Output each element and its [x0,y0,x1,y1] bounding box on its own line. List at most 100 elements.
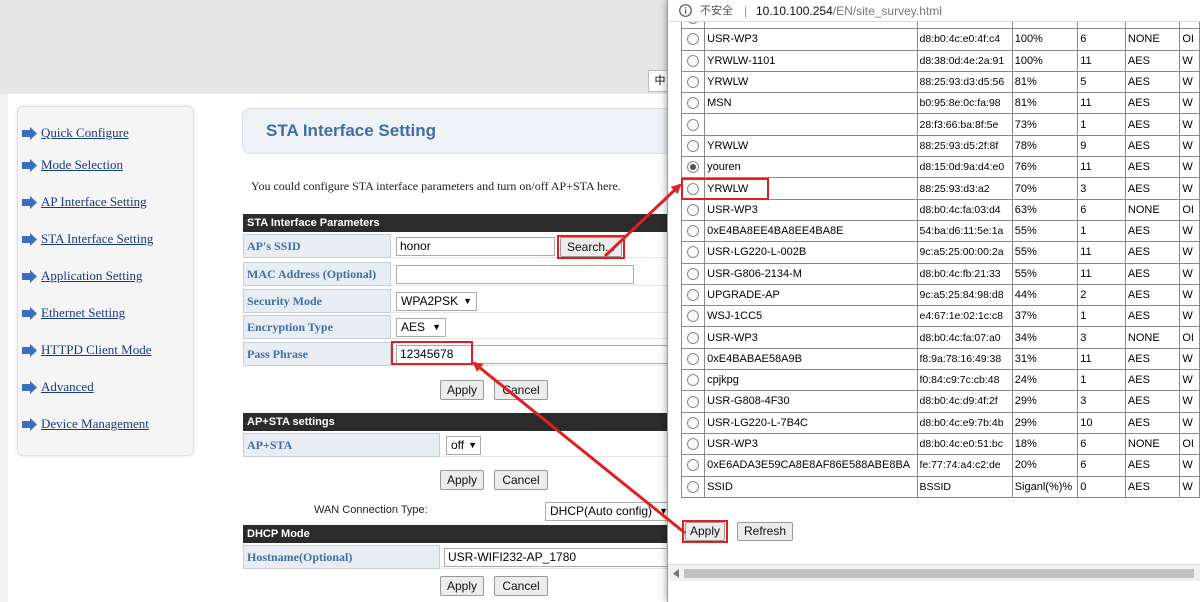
table-row[interactable]: USR-WP3 d8:b0:4c:e0:4f:c4 100% 6 NONE OI [680,28,1200,51]
radio-icon[interactable] [687,438,700,451]
radio-button[interactable] [680,219,706,243]
sidebar-item-application[interactable]: Application Setting [22,267,142,285]
radio-icon[interactable] [687,331,700,344]
radio-button[interactable] [680,198,706,221]
horizontal-scrollbar[interactable] [668,564,1200,581]
radio-icon[interactable] [687,480,700,493]
table-row[interactable]: UPGRADE-AP 9c:a5:25:84:98:d8 44% 2 AES W [680,283,1200,307]
table-row[interactable]: 0xE4BABAE58A9B f8:9a:78:16:49:38 31% 11 AES W [680,347,1200,371]
sidebar-item-sta-interface[interactable]: STA Interface Setting [22,230,153,248]
encryption-cell: AES [1124,411,1181,434]
radio-icon[interactable] [687,289,700,302]
sta-cancel-button[interactable]: Cancel [494,380,548,400]
radio-button[interactable] [680,70,706,94]
table-row[interactable]: USR-WP3 d8:b0:4c:fa:07:a0 34% 3 NONE OI [680,326,1200,349]
scrollbar-thumb[interactable] [684,569,1194,578]
table-row[interactable]: youren d8:15:0d:9a:d4:e0 76% 11 AES W [680,156,1200,179]
table-row[interactable]: WSJ-1CC5 e4:67:1e:02:1c:c8 37% 1 AES W [680,305,1200,328]
radio-icon[interactable] [687,374,700,387]
radio-button[interactable] [680,411,706,434]
table-row[interactable]: SSID BSSID Siganl(%)% 0 AES W [680,475,1200,498]
sta-apply-button[interactable]: Apply [440,380,484,400]
radio-button[interactable] [680,454,706,477]
radio-icon[interactable] [687,225,700,238]
wan-connection-select[interactable]: DHCP(Auto config) ▼ [545,502,675,521]
sidebar-item-mode-selection[interactable]: Mode Selection [22,156,123,174]
radio-button[interactable] [680,262,706,285]
security-mode-select[interactable]: WPA2PSK ▼ [396,292,477,311]
table-row[interactable]: 0xE6ADA3E59CA8E8AF86E588ABE8BA fe:77:74:a… [680,454,1200,477]
ssid-cell: USR-LG220-L-7B4C [704,411,918,434]
radio-icon[interactable] [687,267,700,280]
radio-button[interactable] [680,92,706,115]
radio-icon[interactable] [687,54,700,67]
table-row[interactable]: USR-G808-4F30 d8:b0:4c:d9:4f:2f 29% 3 AES W [680,390,1200,413]
table-row[interactable]: USR-LG220-L-002B 9c:a5:25:00:00:2a 55% 11 AE… [680,241,1200,264]
radio-button[interactable] [680,475,706,498]
table-row[interactable]: YRWLW 88:25:93:d3:d5:56 81% 5 AES W [680,70,1200,94]
radio-icon[interactable] [687,246,700,259]
radio-icon[interactable] [687,310,700,323]
radio-button[interactable] [680,283,706,307]
dhcp-cancel-button[interactable]: Cancel [494,576,548,596]
radio-button[interactable] [680,134,706,158]
hostname-input[interactable]: USR-WIFI232-AP_1780 [444,548,669,567]
scroll-left-icon[interactable] [672,569,680,578]
radio-icon[interactable] [687,416,700,429]
survey-refresh-button[interactable]: Refresh [737,522,793,541]
radio-icon[interactable] [687,352,700,365]
radio-button[interactable] [680,28,706,51]
radio-button[interactable] [680,113,706,136]
radio-icon[interactable] [687,33,700,46]
arrow-right-icon [22,380,37,394]
sidebar-item-quick-configure[interactable]: Quick Configure [22,124,129,142]
sidebar-item-device-management[interactable]: Device Management [22,415,149,433]
sidebar-item-advanced[interactable]: Advanced [22,378,94,396]
radio-icon[interactable] [687,459,700,472]
radio-icon[interactable] [687,203,700,216]
table-row[interactable]: USR-WP3 d8:b0:4c:fa:03:d4 63% 6 NONE OI [680,198,1200,221]
radio-button[interactable] [680,49,706,72]
radio-button[interactable] [680,305,706,328]
encryption-type-select[interactable]: AES ▼ [396,318,446,337]
radio-button[interactable] [680,326,706,349]
apsta-cancel-button[interactable]: Cancel [494,470,548,490]
ssid-cell: 0xE6ADA3E59CA8E8AF86E588ABE8BA [704,454,918,477]
table-row[interactable]: 28:f3:66:ba:8f:5e 73% 1 AES W [680,113,1200,136]
bssid-cell: d8:b0:4c:e0:4f:c4 [916,28,1013,51]
radio-button[interactable] [680,347,706,371]
apsta-apply-button[interactable]: Apply [440,470,484,490]
dhcp-apply-button[interactable]: Apply [440,576,484,596]
table-row[interactable]: YRWLW-1101 d8:38:0d:4e:2a:91 100% 11 AES W [680,49,1200,72]
apsta-select[interactable]: off ▼ [446,436,481,455]
table-row[interactable]: USR-LG220-L-7B4C d8:b0:4c:e9:7b:4b 29% 10 AE… [680,411,1200,434]
mac-address-input[interactable] [396,265,634,284]
table-row[interactable]: MSN b0:95:8e:0c:fa:98 81% 11 AES W [680,92,1200,115]
table-row[interactable]: cpjkpg f0:84:c9:7c:cb:48 24% 1 AES W [680,369,1200,392]
url-text[interactable]: 10.10.100.254/EN/site_survey.html [756,0,942,22]
table-row[interactable]: USR-G806-2134-M d8:b0:4c:fb:21:33 55% 11 AES… [680,262,1200,285]
ssid-cell: SSID [704,475,918,498]
arrow-right-icon [22,417,37,431]
table-row[interactable]: USR-WP3 d8:b0:4c:e0:51:bc 18% 6 NONE OI [680,432,1200,456]
ssid-input[interactable]: honor [396,237,555,256]
radio-button[interactable] [680,432,706,456]
radio-icon[interactable] [687,139,700,152]
radio-icon[interactable] [687,76,700,89]
radio-button[interactable] [680,156,706,179]
table-row[interactable]: YRWLW 88:25:93:d5:2f:8f 78% 9 AES W [680,134,1200,158]
auth-cell: W [1179,454,1200,477]
radio-button[interactable] [680,369,706,392]
radio-button[interactable] [680,390,706,413]
radio-icon[interactable] [687,161,700,174]
radio-icon[interactable] [687,118,700,131]
sidebar-item-httpd-client[interactable]: HTTPD Client Mode [22,341,152,359]
radio-button[interactable] [680,241,706,264]
radio-icon[interactable] [687,97,700,110]
sidebar-item-ethernet[interactable]: Ethernet Setting [22,304,125,322]
radio-icon[interactable] [687,395,700,408]
info-icon[interactable] [679,4,692,17]
address-bar[interactable]: 不安全 | 10.10.100.254/EN/site_survey.html [668,0,1200,22]
sidebar-item-ap-interface[interactable]: AP Interface Setting [22,193,147,211]
table-row[interactable]: 0xE4BA8EE4BA8EE4BA8E 54:ba:d6:11:5e:1a 55%… [680,219,1200,243]
